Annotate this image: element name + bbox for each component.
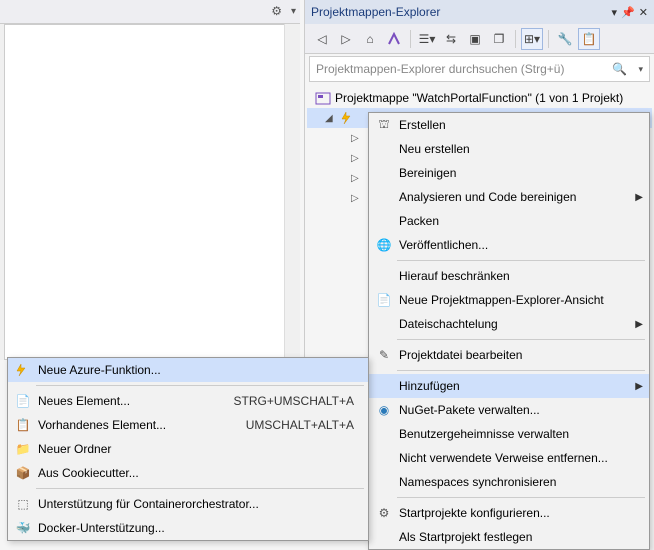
- menu-separator: [397, 497, 645, 498]
- menu-item-startup-config[interactable]: ⚙Startprojekte konfigurieren...: [369, 501, 649, 525]
- menu-separator: [397, 260, 645, 261]
- menu-item-nesting[interactable]: Dateischachtelung▶: [369, 312, 649, 336]
- collapse-icon[interactable]: ▣: [464, 28, 486, 50]
- tree-view-icon[interactable]: ⊞▾: [521, 28, 543, 50]
- collapse-arrow-icon[interactable]: ▷: [351, 193, 361, 204]
- tree-solution-node[interactable]: Projektmappe "WatchPortalFunction" (1 vo…: [307, 88, 652, 108]
- menu-separator: [397, 370, 645, 371]
- chevron-down-icon[interactable]: ▾: [612, 6, 618, 19]
- menu-item-nuget[interactable]: ◉NuGet-Pakete verwalten...: [369, 398, 649, 422]
- menu-item-build[interactable]: ⛫Erstellen: [369, 113, 649, 137]
- wrench-icon[interactable]: 🔧: [554, 28, 576, 50]
- back-icon[interactable]: ◁: [311, 28, 333, 50]
- menu-item-existing-item[interactable]: 📋 Vorhandenes Element... UMSCHALT+ALT+A: [8, 413, 368, 437]
- menu-item-sync-ns[interactable]: Namespaces synchronisieren: [369, 470, 649, 494]
- menu-item-pack[interactable]: Packen: [369, 209, 649, 233]
- menu-item-remove-refs[interactable]: Nicht verwendete Verweise entfernen...: [369, 446, 649, 470]
- panel-toolbar: ◁ ▷ ⌂ ☰▾ ⇆ ▣ ❐ ⊞▾ 🔧 📋: [305, 24, 654, 54]
- menu-separator: [36, 488, 364, 489]
- collapse-arrow-icon[interactable]: ▷: [351, 153, 361, 164]
- switch-view-icon[interactable]: [383, 28, 405, 50]
- solution-label: Projektmappe "WatchPortalFunction" (1 vo…: [335, 91, 623, 105]
- docker-icon: 🐳: [14, 521, 32, 535]
- collapse-arrow-icon[interactable]: ▷: [351, 173, 361, 184]
- menu-item-cookiecutter[interactable]: 📦 Aus Cookiecutter...: [8, 461, 368, 485]
- submenu-arrow-icon: ▶: [635, 381, 643, 392]
- collapse-arrow-icon[interactable]: ▷: [351, 133, 361, 144]
- menu-item-container-orch[interactable]: ⬚ Unterstützung für Containerorchestrato…: [8, 492, 368, 516]
- menu-item-secrets[interactable]: Benutzergeheimnisse verwalten: [369, 422, 649, 446]
- solution-icon: [315, 91, 331, 105]
- chevron-down-icon[interactable]: ▾: [638, 64, 643, 75]
- search-input[interactable]: Projektmappen-Explorer durchsuchen (Strg…: [309, 56, 650, 82]
- gear-icon: ⚙: [375, 506, 393, 520]
- azure-function-icon: [339, 111, 355, 125]
- gear-icon[interactable]: ⚙: [271, 4, 282, 18]
- home-icon[interactable]: ⌂: [359, 28, 381, 50]
- panel-title: Projektmappen-Explorer: [311, 5, 440, 19]
- menu-item-rebuild[interactable]: Neu erstellen: [369, 137, 649, 161]
- menu-item-edit-project[interactable]: ✎Projektdatei bearbeiten: [369, 343, 649, 367]
- properties-icon[interactable]: 📋: [578, 28, 600, 50]
- edit-icon: ✎: [375, 348, 393, 362]
- build-icon: ⛫: [375, 117, 393, 133]
- menu-item-set-startup[interactable]: Als Startprojekt festlegen: [369, 525, 649, 549]
- new-item-icon: 📄: [14, 394, 32, 408]
- menu-item-publish[interactable]: 🌐Veröffentlichen...: [369, 233, 649, 257]
- scrollbar[interactable]: [284, 24, 300, 360]
- context-menu: ⛫Erstellen Neu erstellen Bereinigen Anal…: [368, 112, 650, 550]
- menu-item-analyze[interactable]: Analysieren und Code bereinigen▶: [369, 185, 649, 209]
- menu-separator: [397, 339, 645, 340]
- editor-area: ⚙ ▾ ✥: [0, 0, 300, 360]
- existing-item-icon: 📋: [14, 418, 32, 432]
- editor-body: [4, 24, 292, 360]
- close-icon[interactable]: ✕: [639, 6, 648, 19]
- search-icon[interactable]: 🔍: [612, 62, 627, 76]
- nuget-icon: ◉: [375, 403, 393, 417]
- panel-titlebar: Projektmappen-Explorer ▾ 📌 ✕: [305, 0, 654, 24]
- menu-item-new-view[interactable]: 📄Neue Projektmappen-Explorer-Ansicht: [369, 288, 649, 312]
- cookiecutter-icon: 📦: [14, 466, 32, 480]
- azure-function-icon: [14, 363, 32, 377]
- menu-item-new-azure-function[interactable]: Neue Azure-Funktion...: [8, 358, 368, 382]
- container-icon: ⬚: [14, 497, 32, 511]
- shortcut-text: STRG+UMSCHALT+A: [234, 394, 354, 408]
- sync-icon[interactable]: ⇆: [440, 28, 462, 50]
- search-placeholder: Projektmappen-Explorer durchsuchen (Strg…: [316, 62, 564, 76]
- menu-item-scope[interactable]: Hierauf beschränken: [369, 264, 649, 288]
- folder-icon: 📁: [14, 442, 32, 456]
- expand-arrow-icon[interactable]: ◢: [325, 113, 335, 124]
- show-all-icon[interactable]: ❐: [488, 28, 510, 50]
- new-view-icon: 📄: [375, 293, 393, 307]
- forward-icon[interactable]: ▷: [335, 28, 357, 50]
- globe-icon: 🌐: [375, 238, 393, 252]
- menu-item-docker[interactable]: 🐳 Docker-Unterstützung...: [8, 516, 368, 540]
- submenu-arrow-icon: ▶: [635, 319, 643, 330]
- submenu-arrow-icon: ▶: [635, 192, 643, 203]
- add-submenu: Neue Azure-Funktion... 📄 Neues Element..…: [7, 357, 369, 541]
- menu-item-clean[interactable]: Bereinigen: [369, 161, 649, 185]
- filter-icon[interactable]: ☰▾: [416, 28, 438, 50]
- menu-item-new-folder[interactable]: 📁 Neuer Ordner: [8, 437, 368, 461]
- pin-icon[interactable]: 📌: [621, 6, 635, 19]
- menu-item-new-item[interactable]: 📄 Neues Element... STRG+UMSCHALT+A: [8, 389, 368, 413]
- editor-tabbar: ⚙ ▾: [0, 0, 300, 24]
- menu-separator: [36, 385, 364, 386]
- shortcut-text: UMSCHALT+ALT+A: [246, 418, 354, 432]
- menu-item-add[interactable]: Hinzufügen▶: [369, 374, 649, 398]
- chevron-down-icon[interactable]: ▾: [291, 6, 296, 17]
